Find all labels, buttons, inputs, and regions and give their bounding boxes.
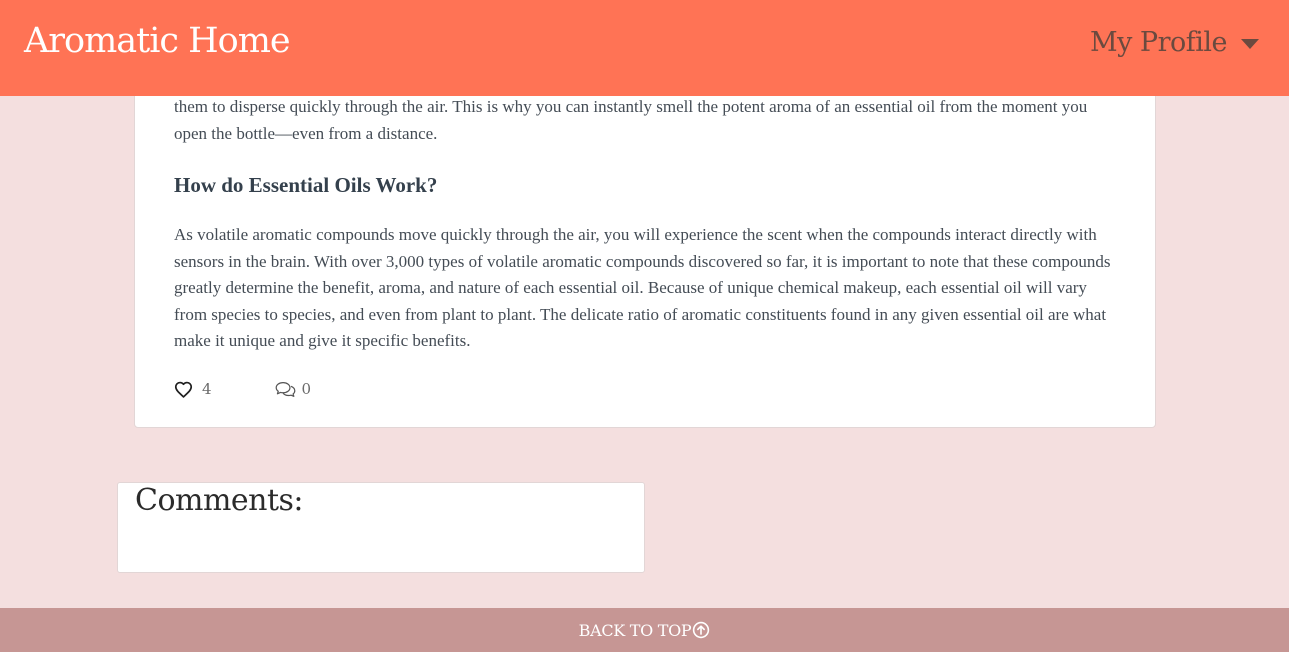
comments-section: Comments: <box>117 482 645 573</box>
article-intro-paragraph: them to disperse quickly through the air… <box>174 97 1088 143</box>
footer: BACK TO TOP <box>0 608 1289 652</box>
article-body-paragraph: As volatile aromatic compounds move quic… <box>174 225 1111 350</box>
comments-icon <box>275 381 296 398</box>
profile-label: My Profile <box>1089 27 1228 58</box>
heart-icon <box>174 381 193 398</box>
arrow-up-circle-icon <box>692 621 710 639</box>
comments-title: Comments: <box>135 483 304 518</box>
section-heading: How do Essential Oils Work? <box>174 173 438 197</box>
article-card: them to disperse quickly through the air… <box>134 60 1156 428</box>
back-to-top-link[interactable]: BACK TO TOP <box>579 621 711 640</box>
profile-dropdown[interactable]: My Profile <box>1090 27 1259 58</box>
back-to-top-label: BACK TO TOP <box>578 620 692 640</box>
comments-count: 0 <box>301 380 312 398</box>
caret-down-icon <box>1241 38 1259 49</box>
comments-button[interactable]: 0 <box>275 380 312 398</box>
navbar: Aromatic Home My Profile <box>0 0 1289 96</box>
brand-logo[interactable]: Aromatic Home <box>24 22 291 61</box>
post-actions: 4 0 <box>174 380 311 398</box>
like-button[interactable]: 4 <box>174 380 212 398</box>
like-count: 4 <box>202 380 212 398</box>
